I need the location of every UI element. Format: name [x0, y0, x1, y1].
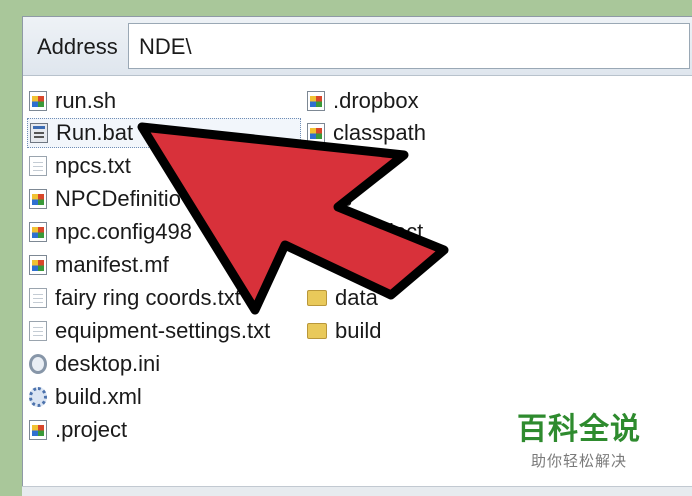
exe-icon — [29, 420, 47, 440]
file-name: di — [331, 252, 349, 277]
text-file-icon — [29, 321, 47, 341]
file-item-npcdefinition[interactable]: NPCDefinitio — [29, 184, 181, 214]
folder-icon — [307, 290, 327, 306]
file-name: run.sh — [55, 88, 117, 113]
file-name: build.xml — [55, 384, 142, 409]
exe-icon — [307, 91, 325, 111]
exe-icon — [29, 91, 47, 111]
exe-icon — [29, 255, 47, 275]
file-name: s — [341, 186, 352, 211]
file-item-dropbox[interactable]: .dropbox — [307, 86, 419, 116]
file-name: equipment-settings.txt — [55, 318, 271, 343]
xml-file-icon — [29, 387, 47, 407]
file-name: npc.config498 — [55, 219, 192, 244]
settings-file-icon — [29, 354, 47, 374]
file-name: data — [335, 285, 378, 310]
file-item-folder-data[interactable]: data — [307, 283, 378, 313]
file-item-npcs-txt[interactable]: npcs.txt — [29, 151, 131, 181]
watermark-logo: 百科全说 助你轻松解决 — [516, 404, 642, 471]
file-item-folder-s[interactable]: s — [341, 184, 352, 214]
exe-icon — [307, 123, 325, 143]
address-value: NDE\ — [139, 34, 192, 59]
file-item-run-bat[interactable]: Run.bat — [27, 118, 301, 148]
watermark-title: 百科全说 — [517, 412, 641, 447]
text-file-icon — [29, 156, 47, 176]
file-item-desktop-ini[interactable]: desktop.ini — [29, 349, 160, 379]
file-name: classpath — [333, 120, 426, 145]
exe-icon — [29, 189, 47, 209]
file-item-npc-config[interactable]: npc.config498 — [29, 217, 192, 247]
text-file-icon — [29, 288, 47, 308]
file-item-build-xml[interactable]: build.xml — [29, 382, 142, 412]
batch-file-icon — [30, 123, 48, 143]
watermark-subtitle: 助你轻松解决 — [530, 452, 627, 470]
file-item-project[interactable]: .project — [29, 415, 127, 445]
address-label: Address — [37, 34, 118, 59]
file-item-folder-build[interactable]: build — [307, 316, 381, 346]
file-item-fairy-ring[interactable]: fairy ring coords.txt — [29, 283, 241, 313]
file-name: fairy ring coords.txt — [55, 285, 241, 310]
file-item-classpath[interactable]: classpath — [307, 118, 426, 148]
file-item-project-partial[interactable]: ject — [389, 217, 423, 247]
address-bar: Address NDE\ — [23, 17, 692, 76]
file-item-equipment-settings[interactable]: equipment-settings.txt — [29, 316, 270, 346]
file-name: npcs.txt — [55, 153, 131, 178]
file-name: ject — [389, 219, 424, 244]
address-field[interactable]: NDE\ — [128, 23, 690, 69]
file-name: .project — [55, 417, 128, 442]
file-name: NPCDefinitio — [55, 186, 181, 211]
file-name: Run.bat — [56, 120, 134, 145]
file-name: .dropbox — [333, 88, 419, 113]
file-item-run-sh[interactable]: run.sh — [29, 86, 116, 116]
file-name: build — [335, 318, 382, 343]
file-item-folder-di[interactable]: di — [331, 250, 348, 280]
exe-icon — [29, 222, 47, 242]
folder-icon — [307, 323, 327, 339]
file-item-manifest[interactable]: manifest.mf — [29, 250, 169, 280]
file-name: desktop.ini — [55, 351, 161, 376]
file-name: manifest.mf — [55, 252, 169, 277]
